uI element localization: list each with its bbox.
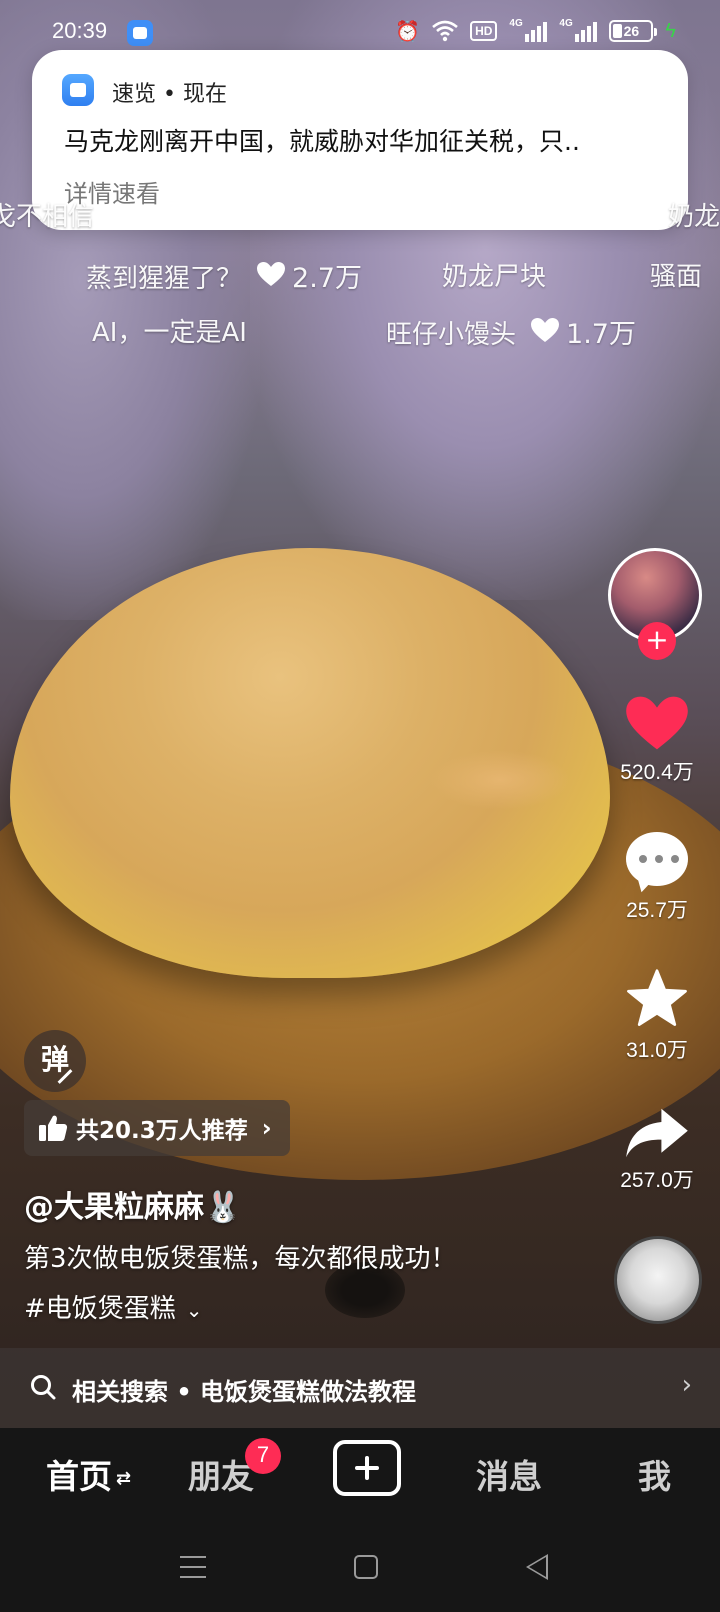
home-icon[interactable] (354, 1555, 378, 1579)
chevron-down-icon[interactable]: ⌄ (186, 1298, 203, 1322)
wifi-icon (432, 18, 458, 44)
back-icon[interactable] (526, 1554, 548, 1580)
danmaku-toggle-button[interactable]: 弹 (24, 1030, 86, 1092)
like-count: 520.4万 (620, 761, 694, 784)
nav-messages[interactable]: 消息 (476, 1450, 542, 1498)
search-icon (31, 1375, 56, 1400)
charging-icon: ϟ (665, 19, 676, 42)
notification-banner[interactable]: 速览 • 现在 马克龙刚离开中国，就威胁对华加征关税，只.. 详情速看 (32, 50, 688, 230)
battery-icon: 26 (609, 20, 658, 42)
status-icons: ⏰ HD 4G 4G 26 ϟ (395, 18, 676, 44)
related-search-text: 相关搜索 • 电饭煲蛋糕做法教程 (72, 1378, 417, 1406)
author-name[interactable]: @大果粒麻麻🐰 (24, 1182, 241, 1226)
danmaku-comment: 骚面 (650, 262, 703, 292)
danmaku-comment: AI，一定是AI (92, 318, 247, 348)
notification-time: 现在 (182, 82, 227, 107)
friends-badge: 7 (245, 1438, 281, 1474)
notification-app-name: 速览 (112, 82, 157, 107)
notification-body: 马克龙刚离开中国，就威胁对华加征关税，只.. (64, 127, 580, 156)
signal-icon: 4G (559, 18, 598, 42)
star-icon (627, 969, 687, 1026)
notification-header: 速览 • 现在 (112, 76, 227, 108)
danmaku-comment: 奶龙尸块 (442, 262, 547, 292)
heart-icon (626, 696, 688, 750)
nav-me[interactable]: 我 (638, 1450, 671, 1498)
danmaku-comment: 奶龙 (668, 202, 720, 232)
switch-icon: ⇄ (116, 1468, 132, 1489)
heart-icon (531, 318, 560, 342)
notification-app-icon (62, 74, 94, 106)
signal-icon: 4G (509, 18, 548, 42)
share-arrow-icon (626, 1108, 688, 1158)
hashtag-link[interactable]: #电饭煲蛋糕 ⌄ (24, 1288, 203, 1325)
danmaku-comment: 蒸到猩猩了？ 2.7万 (86, 262, 362, 294)
music-disc[interactable] (614, 1236, 702, 1324)
hd-voice-icon: HD (470, 21, 498, 41)
chevron-right-icon: › (681, 1370, 692, 1400)
nav-home[interactable]: 首页 ⇄ (46, 1450, 131, 1498)
cake-bump (430, 750, 570, 810)
share-count: 257.0万 (620, 1169, 694, 1192)
related-search-bar[interactable]: 相关搜索 • 电饭煲蛋糕做法教程 › (0, 1348, 720, 1428)
system-nav-bar (0, 1512, 720, 1612)
heart-icon (257, 262, 286, 286)
recent-apps-icon[interactable] (180, 1556, 206, 1578)
alarm-icon: ⏰ (395, 20, 421, 43)
like-button[interactable]: 520.4万 (602, 694, 712, 786)
favorite-count: 31.0万 (626, 1039, 688, 1062)
notification-app-icon (127, 20, 153, 46)
share-button[interactable]: 257.0万 (602, 1106, 712, 1194)
danmaku-comment: 旺仔小馒头 1.7万 (386, 318, 636, 350)
comment-button[interactable]: 25.7万 (602, 832, 712, 924)
recommend-pill[interactable]: 共20.3万人推荐 › (24, 1100, 290, 1156)
notification-separator: • (156, 82, 183, 107)
comment-icon (626, 832, 688, 886)
chevron-right-icon: › (261, 1114, 272, 1142)
follow-button[interactable]: + (638, 622, 676, 660)
comment-count: 25.7万 (626, 899, 688, 922)
thumbs-up-icon (39, 1115, 68, 1141)
create-post-button[interactable] (333, 1440, 401, 1496)
recommend-text: 共20.3万人推荐 (76, 1118, 248, 1144)
danmaku-comment: 戈不相信 (0, 202, 95, 232)
status-time: 20:39 (52, 18, 108, 43)
video-description: 第3次做电饭煲蛋糕，每次都很成功！ (24, 1244, 457, 1274)
favorite-button[interactable]: 31.0万 (602, 968, 712, 1064)
